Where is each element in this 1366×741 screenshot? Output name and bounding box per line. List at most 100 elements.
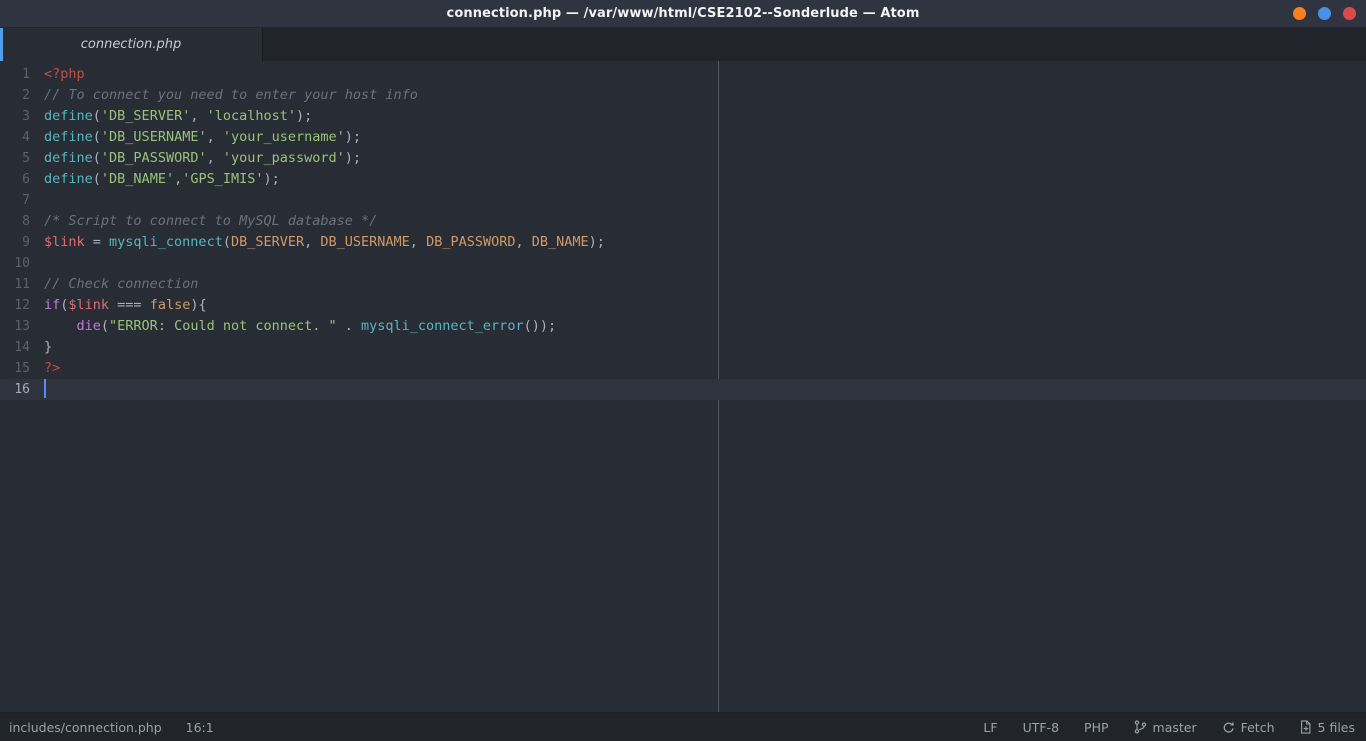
status-file-path-label: includes/connection.php [9,719,162,735]
window-title: connection.php — /var/www/html/CSE2102--… [446,6,920,21]
line-content: if($link === false){ [39,295,207,316]
editor-line[interactable]: 16 [0,378,1366,400]
status-git-changed-files-label: 5 files [1317,719,1355,735]
editor-line[interactable]: 2 // To connect you need to enter your ho… [0,85,1366,106]
status-grammar[interactable]: PHP [1084,720,1108,735]
code-token: define [44,129,93,145]
text-cursor [44,378,46,398]
editor-line[interactable]: 12 if($link === false){ [0,295,1366,316]
line-number: 8 [22,214,30,229]
code-token: 'your_password' [222,150,345,166]
tab-connection-php[interactable]: connection.php [0,28,262,61]
line-number: 2 [22,88,30,103]
editor-line[interactable]: 11 // Check connection [0,274,1366,295]
code-token: $link [44,234,85,250]
code-token: ); [344,129,362,145]
line-number: 15 [14,361,30,376]
status-line-ending[interactable]: LF [983,720,997,735]
editor-line[interactable]: 15 ?> [0,358,1366,379]
editor-line[interactable]: 13 die("ERROR: Could not connect. " . my… [0,316,1366,337]
code-token: // Check connection [44,276,199,292]
editor-line[interactable]: 14} [0,337,1366,358]
line-content: $link = mysqli_connect(DB_SERVER, DB_USE… [39,232,605,253]
status-cursor-position-label: 16:1 [185,719,214,735]
status-grammar-label: PHP [1084,719,1109,735]
status-git-branch-label: master [1152,719,1197,735]
code-token: DB_NAME [531,234,589,250]
editor-line[interactable]: 5 define('DB_PASSWORD', 'your_password'); [0,148,1366,169]
status-cursor-position[interactable]: 16:1 [186,720,214,735]
close-circle-icon[interactable] [1343,7,1356,20]
code-token: "ERROR: Could not connect. " [109,318,337,334]
editor-lines: 1 <?php 2 // To connect you need to enter y… [0,61,1366,400]
line-number: 5 [22,151,30,166]
code-token: 'DB_NAME' [100,171,175,187]
code-token: false [149,297,191,313]
line-number: 10 [14,256,30,271]
minimize-circle-icon[interactable] [1293,7,1306,20]
line-content: // To connect you need to enter your hos… [39,85,418,106]
code-token: 'DB_PASSWORD' [100,150,207,166]
status-bar-right: LF UTF-8 PHP master Fetch 5 files [958,720,1355,735]
editor-line[interactable]: 6 define('DB_NAME','GPS_IMIS'); [0,169,1366,190]
line-number: 7 [22,193,30,208]
code-token: ()); [523,318,557,334]
status-git-branch[interactable]: master [1134,720,1197,735]
status-bar-left: includes/connection.php 16:1 [9,720,238,735]
code-token: , [174,171,183,187]
code-token: mysqli_connect [109,234,223,250]
line-content: } [39,337,52,358]
code-token: define [44,150,93,166]
code-token: 'your_username' [222,129,345,145]
code-token: define [44,108,93,124]
title-bar: connection.php — /var/www/html/CSE2102--… [0,0,1366,28]
code-token: DB_SERVER [230,234,305,250]
line-content: define('DB_SERVER', 'localhost'); [39,106,312,127]
code-token: 'DB_SERVER' [100,108,191,124]
editor-line[interactable]: 3 define('DB_SERVER', 'localhost'); [0,106,1366,127]
sync-icon [1222,721,1235,734]
code-token: , [206,129,223,145]
code-token: ); [296,108,313,124]
status-line-ending-label: LF [983,719,998,735]
line-number: 4 [22,130,30,145]
editor-line[interactable]: 4 define('DB_USERNAME', 'your_username'); [0,127,1366,148]
code-token: /* Script to connect to MySQL database *… [44,213,378,229]
line-number: 14 [14,340,30,355]
code-token: die [76,318,101,334]
status-git-fetch[interactable]: Fetch [1222,720,1275,735]
code-token: } [44,339,53,355]
file-diff-icon [1300,720,1312,734]
code-token: , [409,234,427,250]
status-encoding[interactable]: UTF-8 [1023,720,1059,735]
editor-line[interactable]: 7 [0,190,1366,211]
code-token: ( [92,150,101,166]
line-number: 9 [22,235,30,250]
code-token: ( [92,171,101,187]
code-token: define [44,171,93,187]
line-content: ?> [39,358,60,379]
status-bar: includes/connection.php 16:1 LF UTF-8 PHP ma… [0,712,1366,741]
code-token: 'DB_USERNAME' [100,129,207,145]
editor-line[interactable]: 10 [0,253,1366,274]
code-token: , [206,150,223,166]
editor-line[interactable]: 9 $link = mysqli_connect(DB_SERVER, DB_US… [0,232,1366,253]
code-token: === [109,297,150,313]
line-content [39,378,46,400]
editor-line[interactable]: 1 <?php [0,64,1366,85]
status-encoding-label: UTF-8 [1022,719,1060,735]
maximize-circle-icon[interactable] [1318,7,1331,20]
status-file-path[interactable]: includes/connection.php [9,720,162,735]
code-editor[interactable]: 1 <?php 2 // To connect you need to enter y… [0,61,1366,712]
code-token: ); [344,150,362,166]
atom-window: connection.php — /var/www/html/CSE2102--… [0,0,1366,741]
status-git-changed-files[interactable]: 5 files [1300,720,1355,735]
tab-label: connection.php [80,37,182,52]
window-controls [1293,0,1356,27]
editor-line[interactable]: 8 /* Script to connect to MySQL database … [0,211,1366,232]
code-token: ); [588,234,605,250]
code-token: , [304,234,321,250]
line-content: define('DB_USERNAME', 'your_username'); [39,127,361,148]
code-token: , [190,108,207,124]
